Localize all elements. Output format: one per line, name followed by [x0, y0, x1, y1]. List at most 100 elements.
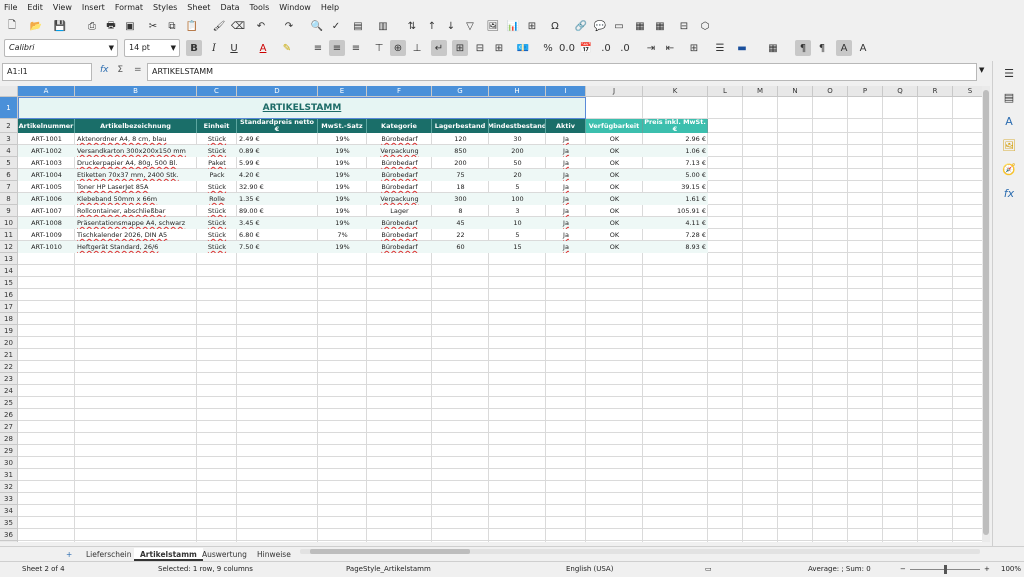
- menu-window[interactable]: Window: [279, 3, 311, 12]
- properties-icon[interactable]: ▤: [1002, 91, 1016, 105]
- table-cell[interactable]: ART-1005: [18, 181, 75, 193]
- gallery-icon[interactable]: 🖼: [1002, 139, 1016, 153]
- header-cell[interactable]: Verfügbarkeit: [586, 119, 643, 133]
- header-cell[interactable]: Standardpreis netto €: [237, 119, 318, 133]
- sum-display[interactable]: Average: ; Sum: 0: [808, 562, 871, 577]
- zoom-level[interactable]: 100%: [1001, 562, 1021, 577]
- page-style[interactable]: PageStyle_Artikelstamm: [346, 562, 431, 577]
- column-header-r[interactable]: R: [918, 86, 953, 97]
- row-header-24[interactable]: 24: [0, 385, 18, 397]
- row-header-7[interactable]: 7: [0, 181, 18, 193]
- table-cell[interactable]: Bürobedarf: [367, 181, 432, 193]
- add-decimal-icon[interactable]: .0: [598, 40, 614, 56]
- sort-icon[interactable]: ⇅: [404, 18, 420, 34]
- table-cell[interactable]: Rollcontainer, abschließbar: [75, 205, 197, 217]
- header-cell[interactable]: Einheit: [197, 119, 237, 133]
- table-cell[interactable]: Ja: [546, 145, 586, 157]
- row-header-6[interactable]: 6: [0, 169, 18, 181]
- redo-icon[interactable]: ↷: [281, 18, 297, 34]
- table-cell[interactable]: 8.93 €: [643, 241, 708, 253]
- navigator-icon[interactable]: 🧭: [1002, 163, 1016, 177]
- table-cell[interactable]: 45: [432, 217, 489, 229]
- table-cell[interactable]: 120: [432, 133, 489, 145]
- column-header-h[interactable]: H: [489, 86, 546, 97]
- table-cell[interactable]: Aktenordner A4, 8 cm, blau: [75, 133, 197, 145]
- table-cell[interactable]: Ja: [546, 241, 586, 253]
- table-cell[interactable]: 7.13 €: [643, 157, 708, 169]
- language[interactable]: English (USA): [566, 562, 613, 577]
- column-header-d[interactable]: D: [237, 86, 318, 97]
- table-cell[interactable]: 3.45 €: [237, 217, 318, 229]
- table-cell[interactable]: Bürobedarf: [367, 157, 432, 169]
- table-cell[interactable]: 4.11 €: [643, 217, 708, 229]
- merge-center-icon[interactable]: ⊞: [452, 40, 468, 56]
- tab-hinweise[interactable]: Hinweise: [251, 548, 297, 561]
- cut-icon[interactable]: ✂: [145, 18, 161, 34]
- menu-sheet[interactable]: Sheet: [187, 3, 210, 12]
- table-cell[interactable]: 19%: [318, 241, 367, 253]
- table-cell[interactable]: Stück: [197, 217, 237, 229]
- menu-insert[interactable]: Insert: [82, 3, 105, 12]
- spreadsheet-grid[interactable]: A B C D E F G H I J K L M N O P Q R S 1 2 3 4 5 6 7 8 9 10 11 12 13 14 15…: [0, 86, 982, 542]
- table-cell[interactable]: ART-1008: [18, 217, 75, 229]
- chart-icon[interactable]: 📊: [505, 18, 521, 34]
- column-header-p[interactable]: P: [848, 86, 883, 97]
- table-cell[interactable]: 19%: [318, 217, 367, 229]
- table-cell[interactable]: Versandkarton 300x200x150 mm: [75, 145, 197, 157]
- table-cell[interactable]: OK: [586, 241, 643, 253]
- add-sheet-button[interactable]: +: [60, 548, 78, 561]
- table-cell[interactable]: ART-1007: [18, 205, 75, 217]
- row-header-35[interactable]: 35: [0, 517, 18, 529]
- table-cell[interactable]: 105.91 €: [643, 205, 708, 217]
- table-cell[interactable]: 200: [489, 145, 546, 157]
- increase-indent-icon[interactable]: ⇥: [643, 40, 659, 56]
- print-preview-icon[interactable]: ▣: [122, 18, 138, 34]
- selection-mode-icon[interactable]: ▭: [705, 562, 712, 577]
- spelling-icon[interactable]: ✓: [328, 18, 344, 34]
- table-cell[interactable]: ART-1010: [18, 241, 75, 253]
- conditional-format-icon[interactable]: ▦: [765, 40, 781, 56]
- table-cell[interactable]: 3: [489, 205, 546, 217]
- align-top-icon[interactable]: ⊤: [371, 40, 387, 56]
- table-cell[interactable]: 15: [489, 241, 546, 253]
- table-cell[interactable]: Präsentationsmappe A4, schwarz: [75, 217, 197, 229]
- table-cell[interactable]: 19%: [318, 145, 367, 157]
- table-cell[interactable]: 200: [432, 157, 489, 169]
- table-cell[interactable]: 5: [489, 181, 546, 193]
- table-cell[interactable]: 75: [432, 169, 489, 181]
- table-cell[interactable]: OK: [586, 169, 643, 181]
- row-header-19[interactable]: 19: [0, 325, 18, 337]
- table-cell[interactable]: 1.35 €: [237, 193, 318, 205]
- select-all-corner[interactable]: [0, 86, 18, 97]
- freeze-rows-columns-icon[interactable]: ▦: [652, 18, 668, 34]
- styles-icon[interactable]: A: [1002, 115, 1016, 129]
- row-header-13[interactable]: 13: [0, 253, 18, 265]
- table-cell[interactable]: 39.15 €: [643, 181, 708, 193]
- table-cell[interactable]: Ja: [546, 229, 586, 241]
- header-cell[interactable]: Kategorie: [367, 119, 432, 133]
- table-cell[interactable]: Ja: [546, 181, 586, 193]
- borders-icon[interactable]: ⊞: [686, 40, 702, 56]
- border-color-icon[interactable]: ▬: [734, 40, 750, 56]
- row-header-30[interactable]: 30: [0, 457, 18, 469]
- table-cell[interactable]: Stück: [197, 205, 237, 217]
- table-cell[interactable]: 30: [489, 133, 546, 145]
- row-header-11[interactable]: 11: [0, 229, 18, 241]
- font-size-combo[interactable]: 14 pt ▼: [124, 39, 180, 57]
- table-cell[interactable]: Toner HP LaserJet 85A: [75, 181, 197, 193]
- table-cell[interactable]: Bürobedarf: [367, 133, 432, 145]
- title-cell[interactable]: ARTIKELSTAMM: [18, 97, 586, 119]
- autofilter-icon[interactable]: ▽: [462, 18, 478, 34]
- table-cell[interactable]: 300: [432, 193, 489, 205]
- align-center-icon[interactable]: ≡: [329, 40, 345, 56]
- table-cell[interactable]: Verpackung: [367, 193, 432, 205]
- hamburger-menu-icon[interactable]: ☰: [1002, 67, 1016, 81]
- table-cell[interactable]: 8: [432, 205, 489, 217]
- row-header-21[interactable]: 21: [0, 349, 18, 361]
- menu-file[interactable]: File: [4, 3, 17, 12]
- menu-help[interactable]: Help: [321, 3, 339, 12]
- row-header-17[interactable]: 17: [0, 301, 18, 313]
- table-cell[interactable]: 19%: [318, 181, 367, 193]
- table-cell[interactable]: OK: [586, 133, 643, 145]
- define-print-area-icon[interactable]: ▦: [632, 18, 648, 34]
